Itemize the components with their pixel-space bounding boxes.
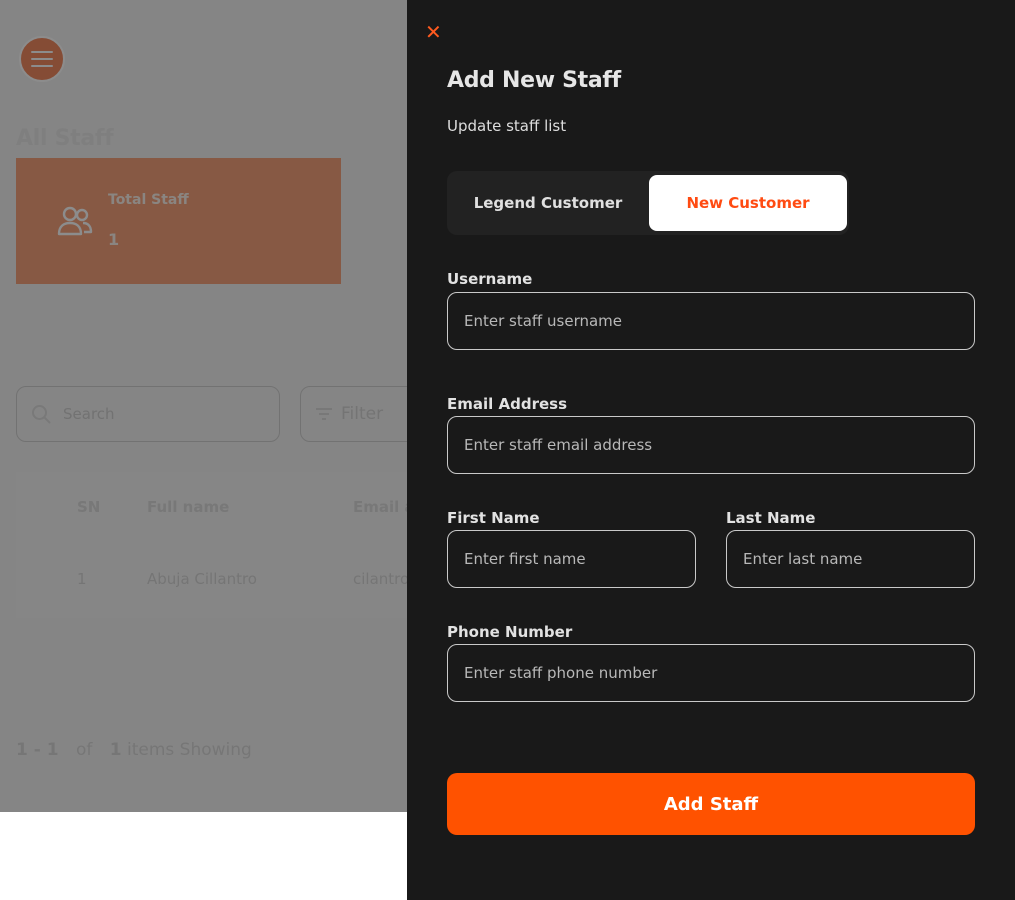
first-name-label: First Name [447,509,540,527]
drawer-title: Add New Staff [447,68,621,93]
tab-new-customer[interactable]: New Customer [649,175,847,231]
tab-legend-customer[interactable]: Legend Customer [447,175,649,231]
email-field[interactable] [447,416,975,474]
add-staff-drawer: ✕ Add New Staff Update staff list Legend… [407,0,1015,900]
username-label: Username [447,270,533,288]
last-name-input[interactable] [743,550,974,568]
customer-type-toggle: Legend Customer New Customer [447,171,849,235]
drawer-subtitle: Update staff list [447,117,567,135]
email-input[interactable] [464,436,974,454]
phone-field[interactable] [447,644,975,702]
phone-label: Phone Number [447,623,573,641]
close-icon[interactable]: ✕ [425,22,445,42]
first-name-input[interactable] [464,550,695,568]
last-name-field[interactable] [726,530,975,588]
phone-input[interactable] [464,664,974,682]
email-label: Email Address [447,395,568,413]
first-name-field[interactable] [447,530,696,588]
username-field[interactable] [447,292,975,350]
add-staff-button[interactable]: Add Staff [447,773,975,835]
username-input[interactable] [464,312,974,330]
last-name-label: Last Name [726,509,816,527]
